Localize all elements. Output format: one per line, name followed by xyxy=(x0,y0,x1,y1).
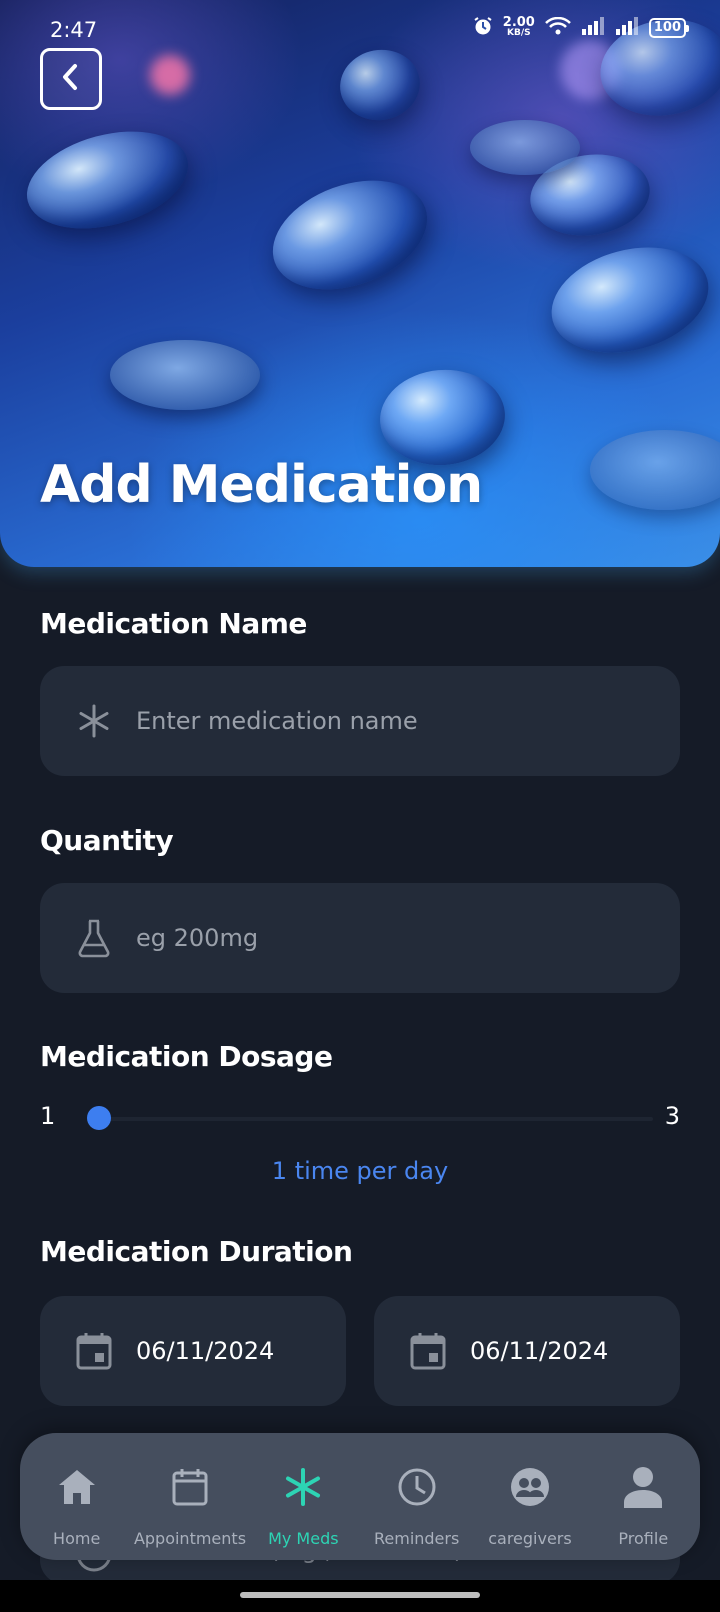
start-date-field[interactable]: 06/11/2024 xyxy=(40,1296,346,1406)
dosage-label: Medication Dosage xyxy=(40,1040,333,1073)
status-time: 2:47 xyxy=(50,18,98,42)
duration-label: Medication Duration xyxy=(40,1235,353,1268)
clock-icon xyxy=(395,1465,439,1509)
quantity-field[interactable] xyxy=(40,883,680,993)
status-icons: 2.00 KB/S 100 xyxy=(473,15,690,40)
end-date-field[interactable]: 06/11/2024 xyxy=(374,1296,680,1406)
bottom-navigation: Home Appointments My Meds Reminders care… xyxy=(20,1433,700,1560)
nav-label: My Meds xyxy=(268,1529,339,1548)
nav-item-caregivers[interactable]: caregivers xyxy=(473,1433,586,1560)
end-date-value: 06/11/2024 xyxy=(470,1337,609,1365)
home-indicator[interactable] xyxy=(240,1592,480,1598)
header-banner: 2:47 2.00 KB/S 100 Add Medication xyxy=(0,0,720,567)
slider-min-label: 1 xyxy=(40,1102,56,1130)
slider-max-label: 3 xyxy=(664,1102,680,1130)
medication-name-label: Medication Name xyxy=(40,607,307,640)
person-icon xyxy=(621,1465,665,1509)
medication-name-input[interactable] xyxy=(136,707,616,735)
medication-name-field[interactable] xyxy=(40,666,680,776)
nav-label: Home xyxy=(53,1529,101,1548)
quantity-input[interactable] xyxy=(136,924,616,952)
slider-track[interactable] xyxy=(100,1117,653,1121)
nav-label: Profile xyxy=(618,1529,669,1548)
nav-label: caregivers xyxy=(488,1529,572,1548)
slider-thumb[interactable] xyxy=(87,1106,111,1130)
signal-icon xyxy=(581,17,605,39)
calendar-icon xyxy=(168,1465,212,1509)
dosage-value-text: 1 time per day xyxy=(271,1157,449,1185)
asterisk-icon xyxy=(74,701,114,741)
battery-icon: 100 xyxy=(648,18,690,38)
calendar-icon xyxy=(408,1331,448,1371)
nav-item-appointments[interactable]: Appointments xyxy=(133,1433,246,1560)
alarm-icon xyxy=(473,16,493,40)
signal-icon xyxy=(615,17,639,39)
flask-icon xyxy=(74,918,114,958)
quantity-label: Quantity xyxy=(40,824,174,857)
dosage-slider[interactable]: 1 3 xyxy=(40,1100,680,1140)
wifi-icon xyxy=(544,16,571,39)
page-title: Add Medication xyxy=(40,455,483,515)
chevron-left-icon xyxy=(58,62,84,96)
nav-item-my-meds[interactable]: My Meds xyxy=(247,1433,360,1560)
net-speed: 2.00 KB/S xyxy=(502,15,535,38)
start-date-value: 06/11/2024 xyxy=(136,1337,275,1365)
nav-item-home[interactable]: Home xyxy=(20,1433,133,1560)
group-icon xyxy=(508,1465,552,1509)
nav-item-profile[interactable]: Profile xyxy=(587,1433,700,1560)
asterisk-icon xyxy=(281,1465,325,1509)
home-icon xyxy=(55,1465,99,1509)
nav-label: Appointments xyxy=(133,1529,247,1548)
system-gesture-area xyxy=(0,1580,720,1612)
back-button[interactable] xyxy=(40,48,102,110)
nav-label: Reminders xyxy=(373,1529,460,1548)
calendar-icon xyxy=(74,1331,114,1371)
nav-item-reminders[interactable]: Reminders xyxy=(360,1433,473,1560)
